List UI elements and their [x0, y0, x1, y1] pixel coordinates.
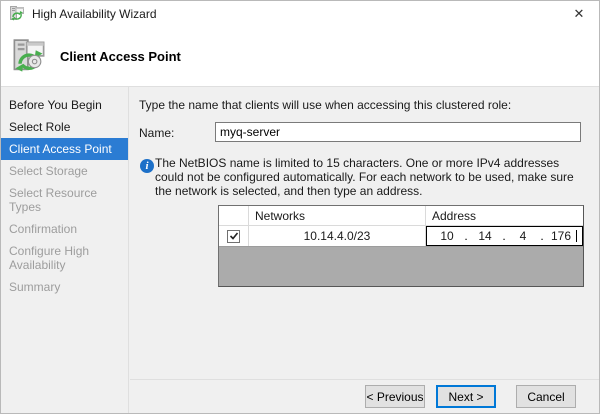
ip-octet-3[interactable]: 4 — [508, 229, 538, 243]
sidebar-item-select-role[interactable]: Select Role — [1, 116, 128, 138]
name-label: Name: — [139, 126, 174, 140]
ip-octet-1[interactable]: 10 — [432, 229, 462, 243]
close-icon[interactable]: ✕ — [559, 1, 599, 27]
sidebar-item-summary[interactable]: Summary — [1, 276, 128, 298]
cancel-button[interactable]: Cancel — [516, 385, 576, 408]
wizard-steps-sidebar: Before You BeginSelect RoleClient Access… — [1, 87, 129, 413]
next-button[interactable]: Next > — [436, 385, 496, 408]
sidebar-item-select-resource-types[interactable]: Select Resource Types — [1, 182, 128, 218]
title-bar: High Availability Wizard ✕ — [1, 1, 599, 27]
network-checkbox[interactable] — [227, 230, 240, 243]
networks-table: Networks Address 10.14.4.0/23 — [218, 205, 584, 287]
sidebar-item-select-storage[interactable]: Select Storage — [1, 160, 128, 182]
ip-octet-2[interactable]: 14 — [470, 229, 500, 243]
networks-column-header: Networks — [249, 206, 426, 225]
ip-octet-4[interactable]: 176 — [546, 229, 576, 243]
sidebar-item-before-you-begin[interactable]: Before You Begin — [1, 94, 128, 116]
table-header-row: Networks Address — [219, 206, 583, 226]
checkbox-column-header — [219, 206, 249, 225]
wizard-page-content: Type the name that clients will use when… — [130, 87, 599, 413]
sidebar-item-confirmation[interactable]: Confirmation — [1, 218, 128, 240]
sidebar-item-configure-high-availability[interactable]: Configure High Availability — [1, 240, 128, 276]
checkmark-icon — [229, 231, 239, 241]
wizard-page-header: Client Access Point — [1, 27, 599, 86]
wizard-body: Before You BeginSelect RoleClient Access… — [1, 86, 599, 413]
info-icon: i — [140, 159, 154, 173]
name-input[interactable] — [215, 122, 581, 142]
text-caret — [576, 230, 577, 242]
ip-address-input[interactable]: 10 . 14 . 4 . 176 — [426, 226, 583, 246]
high-availability-wizard-dialog: High Availability Wizard ✕ Client Access… — [0, 0, 600, 414]
instruction-text: Type the name that clients will use when… — [139, 98, 511, 112]
window-title: High Availability Wizard — [32, 7, 559, 21]
previous-button[interactable]: < Previous — [365, 385, 425, 408]
page-title: Client Access Point — [60, 49, 181, 64]
footer-separator — [130, 379, 599, 380]
address-column-header: Address — [426, 206, 583, 225]
info-message: The NetBIOS name is limited to 15 charac… — [155, 156, 589, 198]
client-access-point-icon — [10, 39, 48, 75]
network-cell: 10.14.4.0/23 — [249, 226, 426, 246]
table-row[interactable]: 10.14.4.0/23 10 . 14 . 4 . 176 — [219, 226, 583, 247]
sidebar-item-client-access-point[interactable]: Client Access Point — [1, 138, 128, 160]
high-availability-icon — [9, 6, 25, 22]
